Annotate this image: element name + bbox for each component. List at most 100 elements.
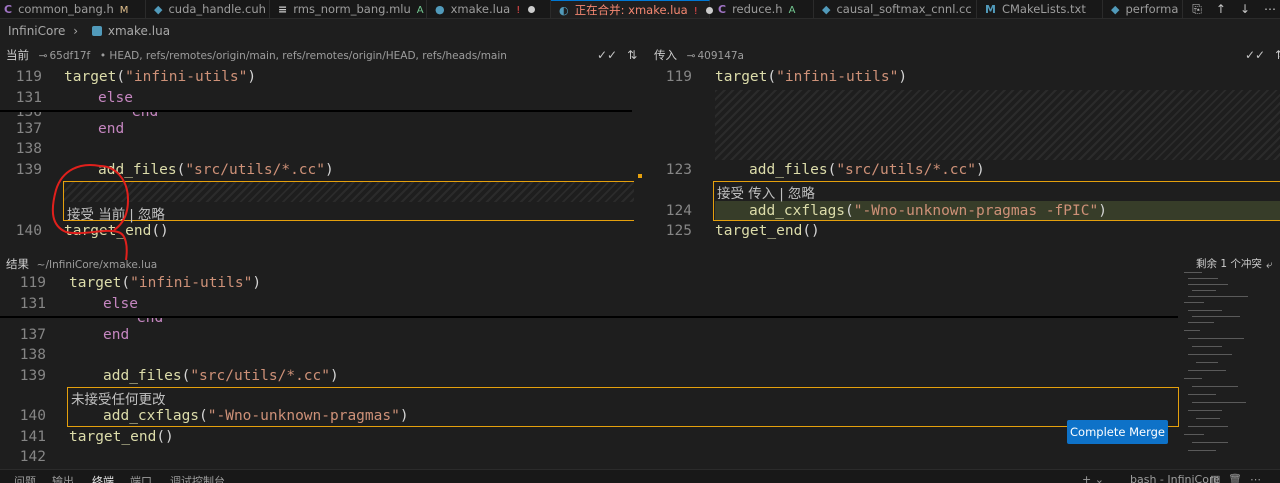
code-line: target("infini-utils") <box>64 69 256 85</box>
tab-label: 正在合并: xmake.lua <box>574 3 688 17</box>
minimap-line <box>1184 378 1202 379</box>
sticky-scroll-divider <box>0 316 1178 318</box>
code-token: ) <box>325 162 334 178</box>
minimap-line <box>1188 310 1222 311</box>
minimap-line <box>1184 272 1202 273</box>
code-token: ( <box>845 203 854 219</box>
editor-tab[interactable]: Creduce.h A <box>710 0 814 18</box>
editor-tab[interactable]: M CMakeLists.txt <box>977 0 1103 18</box>
current-commit[interactable]: 65df17f <box>49 50 90 62</box>
incoming-conflict-actions: 接受 传入 | 忽略 <box>717 186 815 202</box>
tab-label: rms_norm_bang.mlu <box>293 2 411 16</box>
tab-label: xmake.lua <box>450 2 511 16</box>
code-line: target("infini-utils") <box>69 275 261 291</box>
code-token: ) <box>399 408 409 424</box>
arrow-down-icon[interactable]: ↓ <box>1240 2 1250 16</box>
tab-status: A <box>788 5 796 16</box>
breadcrumb-separator-icon: › <box>73 24 79 38</box>
sticky-scroll-divider <box>0 110 632 112</box>
editor-tab[interactable]: ◆ cuda_handle.cuh <box>146 0 270 18</box>
toggle-icon[interactable]: ⇅ <box>627 48 637 62</box>
code-token: () <box>151 223 169 239</box>
line-number: 138 <box>15 141 42 157</box>
code-line: target_end() <box>715 223 820 239</box>
code-line: add_files("src/utils/*.cc") <box>749 162 985 178</box>
code-line: end <box>132 112 158 118</box>
code-line: end <box>137 318 163 323</box>
code-token: "-Wno-unknown-pragmas" <box>207 408 400 424</box>
minimap-line <box>1184 330 1200 331</box>
tab-status: ! <box>693 6 698 17</box>
commit-icon: ⊸ <box>38 50 48 62</box>
ignore-link[interactable]: 忽略 <box>788 186 815 202</box>
minimap-line <box>1184 302 1204 303</box>
result-pane-header: 结果 ~/InfiniCore/xmake.lua 剩余 1 个冲突 ⤶ <box>0 253 1280 275</box>
tab-label: performa <box>1125 2 1179 16</box>
minimap-line <box>1196 362 1218 363</box>
code-token: ( <box>116 69 126 85</box>
code-token: target <box>69 275 122 291</box>
minimap-line <box>1192 346 1222 347</box>
code-token: "infini-utils" <box>776 69 899 85</box>
arrow-up-icon[interactable]: ↑ <box>1216 2 1226 16</box>
tab-label: cuda_handle.cuh <box>168 2 266 16</box>
breadcrumb-file[interactable]: xmake.lua <box>108 24 170 38</box>
check-all-icon[interactable]: ✓✓ <box>597 48 617 62</box>
tab-status: ! <box>516 5 521 16</box>
line-number: 131 <box>15 90 42 106</box>
accept-incoming-link[interactable]: 接受 传入 <box>717 186 775 202</box>
line-number: 139 <box>19 368 46 384</box>
minimap[interactable] <box>1180 270 1280 465</box>
unsaved-dot-icon[interactable] <box>528 6 536 13</box>
lua-file-icon <box>91 26 102 36</box>
commit-icon: ⊸ <box>686 50 696 62</box>
minimap-line <box>1192 442 1228 443</box>
code-token: add_files <box>749 162 828 178</box>
code-token: add_cxflags <box>749 203 846 219</box>
editor-tab[interactable]: Ccommon_bang.h M <box>0 0 146 18</box>
incoming-commit[interactable]: 409147a <box>697 50 744 62</box>
incoming-pane-actions: ✓✓ ⇅ <box>1245 44 1280 66</box>
breadcrumb-folder[interactable]: InfiniCore <box>8 24 65 38</box>
code-token: ) <box>976 162 985 178</box>
code-token: ( <box>176 162 186 178</box>
tab-status: A <box>416 5 424 16</box>
minimap-line <box>1188 284 1228 285</box>
line-number: 123 <box>665 162 692 178</box>
code-token: ) <box>898 69 908 85</box>
incoming-pane-header: 传入 ⊸ 409147a <box>654 44 744 66</box>
current-refs: • HEAD, refs/remotes/origin/main, refs/r… <box>99 50 507 62</box>
code-token: ( <box>121 275 131 291</box>
editor-tab[interactable]: ◐ 正在合并: xmake.lua! <box>551 0 713 18</box>
editor-tab[interactable]: ● xmake.lua! <box>427 0 551 18</box>
incoming-label: 传入 <box>654 48 677 62</box>
current-pane-actions: ✓✓ ⇅ <box>597 44 637 66</box>
minimap-line <box>1192 290 1216 291</box>
minimap-line <box>1196 418 1220 419</box>
code-line: add_cxflags("-Wno-unknown-pragmas") <box>103 408 409 424</box>
line-number: 119 <box>665 69 692 85</box>
more-icon[interactable]: ⋯ <box>1264 2 1276 16</box>
code-token: target <box>715 69 768 85</box>
line-number: 125 <box>665 223 692 239</box>
editor-tab[interactable]: ◆ performa <box>1103 0 1183 18</box>
line-number: 141 <box>19 429 46 445</box>
check-all-icon[interactable]: ✓✓ <box>1245 48 1265 62</box>
complete-merge-button[interactable]: Complete Merge <box>1067 420 1168 444</box>
code-token: add_files <box>103 368 182 384</box>
tab-label: reduce.h <box>732 2 783 16</box>
minimap-line <box>1188 450 1216 451</box>
line-number: 140 <box>15 223 42 239</box>
editor-tab[interactable]: ◆ causal_softmax_cnnl.cc <box>814 0 977 18</box>
open-changes-icon[interactable]: ⎘ <box>1192 2 1202 17</box>
bottom-panel: 问题 输出 终端 端口 调试控制台 + ⌄ bash - InfiniCore … <box>0 469 1280 483</box>
current-scrollbar[interactable] <box>634 66 648 251</box>
editor-tab[interactable]: ≡ rms_norm_bang.mlu A <box>270 0 427 18</box>
file-type-icon: ◆ <box>1111 3 1120 16</box>
line-number: 139 <box>15 162 42 178</box>
toggle-icon[interactable]: ⇅ <box>1275 48 1280 62</box>
code-line: end <box>103 327 130 343</box>
code-token: ) <box>1098 203 1107 219</box>
tab-label: causal_softmax_cnnl.cc <box>836 2 972 16</box>
minimap-line <box>1188 354 1232 355</box>
